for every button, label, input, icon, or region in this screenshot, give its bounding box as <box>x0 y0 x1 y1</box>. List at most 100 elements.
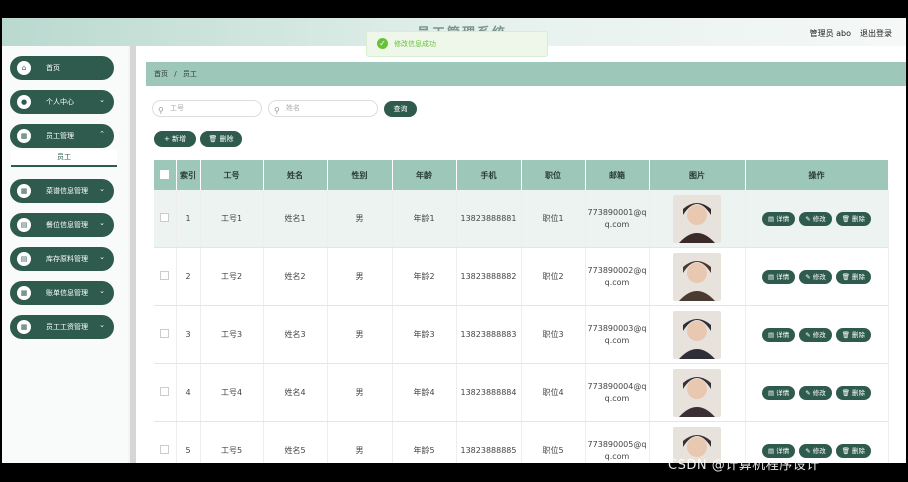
delete-button[interactable]: 🗑 删除 <box>835 443 872 458</box>
row-checkbox[interactable] <box>160 387 170 396</box>
sidebar-item-label: 餐位信息管理 <box>46 221 88 229</box>
sidebar-item-menu[interactable]: ▦ 菜谱信息管理 ⌄ <box>10 179 114 203</box>
sidebar-item-salary[interactable]: ▦ 员工工资管理 ⌄ <box>10 315 114 339</box>
search-icon: ⚲ <box>274 106 280 115</box>
gender-cell: 男 <box>327 190 393 248</box>
delete-button[interactable]: 🗑 删除 <box>835 211 872 226</box>
table-row: 4 工号4 姓名4 男年龄4 13823888884 职位4 773890004@q q.co… <box>154 363 889 422</box>
chevron-up-icon: ⌃ <box>99 130 105 138</box>
column-header[interactable]: 年龄 <box>392 160 457 190</box>
batch-delete-button[interactable]: 🗑 删除 <box>200 131 242 147</box>
row-checkbox[interactable] <box>160 445 170 454</box>
email-line: 773890001@q <box>587 207 647 217</box>
index-cell: 1 <box>176 190 201 248</box>
gender-cell: 男 <box>327 421 393 463</box>
age-cell: 年龄2 <box>392 247 457 306</box>
delete-label: 删除 <box>852 330 866 339</box>
email-line: 773890004@q <box>587 381 647 391</box>
column-header[interactable]: 性别 <box>327 160 393 190</box>
phone-cell: 13823888884 <box>456 363 522 422</box>
sidebar-item-staff[interactable]: ▦ 员工管理 ⌃ <box>10 124 114 148</box>
breadcrumb-home[interactable]: 首页 <box>154 70 168 78</box>
row-checkbox[interactable] <box>160 271 170 280</box>
breadcrumb-current: 员工 <box>182 70 197 78</box>
phone-cell: 13823888882 <box>456 247 522 306</box>
sidebar-item-billing[interactable]: ▦ 账单信息管理 ⌄ <box>10 281 114 305</box>
detail-button[interactable]: ▤ 详情 <box>761 385 796 400</box>
user-icon: ● <box>17 95 31 109</box>
chevron-down-icon: ⌄ <box>99 287 105 295</box>
avatar[interactable] <box>673 252 721 301</box>
sidebar-item-label: 员工管理 <box>46 132 74 140</box>
detail-button[interactable]: ▤ 详情 <box>761 327 796 342</box>
delete-button[interactable]: 🗑 删除 <box>835 385 872 400</box>
operations-cell: ▤ 详情 ✎ 修改 🗑 删除 <box>745 247 889 306</box>
chevron-down-icon: ⌄ <box>99 253 105 261</box>
delete-label: 删除 <box>852 214 866 223</box>
table-header-row: 索引 工号 姓名 性别 年龄 手机 职位 邮箱 图片 操作 <box>154 160 889 190</box>
table-row: 2 工号2 姓名2 男年龄2 13823888882 职位2 773890002@q q.co… <box>154 247 889 306</box>
name-cell: 姓名1 <box>263 190 328 248</box>
name-search-input[interactable]: ⚲ 姓名 <box>268 100 378 117</box>
phone-cell: 13823888881 <box>456 190 522 248</box>
sidebar-item-seating[interactable]: ▤ 餐位信息管理 ⌄ <box>10 213 114 237</box>
add-button[interactable]: + 新增 <box>154 131 196 147</box>
sidebar-subitem-staff[interactable]: 员工 <box>11 150 117 167</box>
query-button[interactable]: 查询 <box>384 101 417 117</box>
name-cell: 姓名2 <box>263 247 328 306</box>
column-header: 操作 <box>745 160 889 190</box>
sidebar-item-profile[interactable]: ● 个人中心 ⌄ <box>10 90 114 114</box>
watermark: CSDN @计算机程序设计 <box>668 458 820 473</box>
email-line: q.com <box>604 277 630 287</box>
trash-icon: 🗑 <box>208 135 218 143</box>
column-header[interactable]: 姓名 <box>263 160 328 190</box>
row-checkbox[interactable] <box>160 213 170 222</box>
edit-label: 修改 <box>812 330 826 339</box>
email-line: 773890005@q <box>587 439 647 449</box>
column-header[interactable]: 索引 <box>176 160 201 190</box>
name-placeholder: 姓名 <box>286 104 300 112</box>
detail-button[interactable]: ▤ 详情 <box>761 269 796 284</box>
select-all-checkbox[interactable] <box>160 169 170 179</box>
file-icon: ▤ <box>17 218 31 232</box>
index-cell: 3 <box>176 305 201 364</box>
avatar[interactable] <box>673 310 721 359</box>
name-cell: 姓名5 <box>263 421 328 463</box>
gender-cell: 男 <box>327 247 393 306</box>
email-cell: 773890004@q q.com <box>585 363 650 422</box>
delete-label: 删除 <box>852 272 866 281</box>
sidebar-item-inventory[interactable]: ▤ 库存原料管理 ⌄ <box>10 247 114 271</box>
row-checkbox[interactable] <box>160 329 170 338</box>
column-header: 图片 <box>649 160 746 190</box>
edit-button[interactable]: ✎ 修改 <box>799 327 832 342</box>
detail-button[interactable]: ▤ 详情 <box>761 211 796 226</box>
app-window: 员工管理系统 管理员 abo 退出登录 ✓ 修改信息成功 ⌂ 首页 ● 个人中心… <box>2 18 906 463</box>
sidebar-item-home[interactable]: ⌂ 首页 <box>10 56 114 80</box>
grid-icon: ▦ <box>17 286 31 300</box>
sidebar-item-label: 菜谱信息管理 <box>46 187 88 195</box>
staff-no-search-input[interactable]: ⚲ 工号 <box>152 100 262 117</box>
detail-label: 详情 <box>776 214 790 223</box>
avatar[interactable] <box>673 194 721 243</box>
logout-link[interactable]: 退出登录 <box>860 28 892 39</box>
avatar[interactable] <box>673 368 721 417</box>
edit-button[interactable]: ✎ 修改 <box>799 269 832 284</box>
gender-cell: 男 <box>327 363 393 422</box>
column-header[interactable]: 邮箱 <box>585 160 650 190</box>
grid-icon: ▦ <box>17 184 31 198</box>
phone-cell: 13823888883 <box>456 305 522 364</box>
row-select-cell <box>154 421 177 463</box>
row-select-cell <box>154 190 177 248</box>
delete-button[interactable]: 🗑 删除 <box>835 269 872 284</box>
column-header[interactable]: 手机 <box>456 160 522 190</box>
edit-button[interactable]: ✎ 修改 <box>799 211 832 226</box>
column-header[interactable]: 工号 <box>200 160 264 190</box>
email-line: 773890003@q <box>587 323 647 333</box>
name-cell: 姓名4 <box>263 363 328 422</box>
select-all-cell[interactable] <box>154 160 177 190</box>
column-header[interactable]: 职位 <box>521 160 586 190</box>
breadcrumb: 首页 / 员工 <box>146 62 906 86</box>
delete-button[interactable]: 🗑 删除 <box>835 327 872 342</box>
video-letterbox-top <box>0 0 908 18</box>
edit-button[interactable]: ✎ 修改 <box>799 385 832 400</box>
